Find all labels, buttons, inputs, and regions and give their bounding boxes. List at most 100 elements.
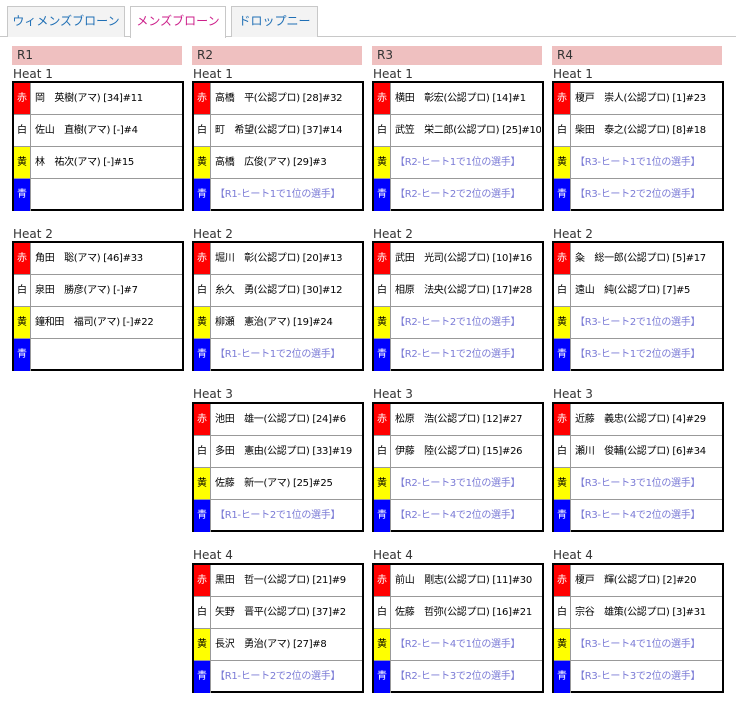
lane-entry: 多田 憲由(公認プロ) [33]#19	[215, 446, 352, 457]
lane-yellow: 黄【R3-ヒート3で1位の選手】	[554, 468, 722, 500]
lane-yellow: 黄【R3-ヒート1で1位の選手】	[554, 147, 722, 179]
lane-red: 赤角田 聡(アマ) [46]#33	[14, 243, 182, 275]
lane-color-yellow: 黄	[554, 629, 571, 660]
tab-drop-knee[interactable]: ドロップニー	[231, 6, 318, 37]
lane-color-blue: 青	[554, 179, 571, 211]
lane-color-white: 白	[374, 275, 391, 306]
heat-box: 赤高橋 平(公認プロ) [28]#32 白町 希望(公認プロ) [37]#14 黄高…	[192, 81, 364, 211]
lane-color-red: 赤	[554, 243, 571, 274]
lane-red: 赤高橋 平(公認プロ) [28]#32	[194, 83, 362, 115]
lane-entry	[35, 179, 181, 211]
lane-blue: 青	[14, 179, 182, 211]
lane-color-blue: 青	[554, 500, 571, 532]
lane-color-blue: 青	[374, 179, 391, 211]
lane-color-white: 白	[14, 115, 31, 146]
heat-box: 赤前山 剛志(公認プロ) [11]#30 白佐藤 哲弥(公認プロ) [16]#21…	[372, 563, 544, 693]
lane-entry: 榎戸 輝(公認プロ) [2]#20	[575, 575, 697, 586]
lane-entry: 横田 彰宏(公認プロ) [14]#1	[395, 93, 526, 104]
lane-entry: 【R2-ヒート4で1位の選手】	[395, 639, 521, 650]
lane-entry: 【R3-ヒート1で2位の選手】	[575, 349, 701, 360]
lane-yellow: 黄林 祐次(アマ) [-]#15	[14, 147, 182, 179]
lane-red: 赤近藤 義忠(公認プロ) [4]#29	[554, 404, 722, 436]
lane-color-white: 白	[194, 115, 211, 146]
lane-color-red: 赤	[554, 565, 571, 596]
lane-entry: 佐藤 哲弥(公認プロ) [16]#21	[395, 607, 532, 618]
lane-entry: 近藤 義忠(公認プロ) [4]#29	[575, 414, 706, 425]
bracket-area: R1 Heat 1赤岡 英樹(アマ) [34]#11 白佐山 直樹(アマ) [-]#…	[8, 40, 736, 717]
heat-box: 赤黒田 哲一(公認プロ) [21]#9 白矢野 晋平(公認プロ) [37]#2 黄長…	[192, 563, 364, 693]
lane-entry: 町 希望(公認プロ) [37]#14	[215, 125, 343, 136]
lane-entry: 【R1-ヒート1で2位の選手】	[215, 349, 341, 360]
lane-color-red: 赤	[554, 404, 571, 435]
lane-entry: 【R3-ヒート3で2位の選手】	[575, 671, 701, 682]
tab-mens-blown[interactable]: メンズブローン	[130, 6, 226, 38]
lane-color-red: 赤	[194, 404, 211, 435]
lane-color-blue: 青	[194, 339, 211, 371]
lane-color-yellow: 黄	[374, 468, 391, 499]
lane-entry: 長沢 勇治(アマ) [27]#8	[215, 639, 327, 650]
lane-color-blue: 青	[554, 339, 571, 371]
tab-bar: ウィメンズブローン メンズブローン ドロップニー	[0, 0, 736, 38]
lane-entry: 黒田 哲一(公認プロ) [21]#9	[215, 575, 346, 586]
lane-blue: 青【R2-ヒート1で2位の選手】	[374, 339, 542, 371]
lane-yellow: 黄【R3-ヒート4で1位の選手】	[554, 629, 722, 661]
lane-entry: 糸久 勇(公認プロ) [30]#12	[215, 285, 343, 296]
lane-blue: 青【R1-ヒート1で1位の選手】	[194, 179, 362, 211]
lane-blue: 青【R3-ヒート1で2位の選手】	[554, 339, 722, 371]
lane-color-white: 白	[374, 597, 391, 628]
lane-entry	[35, 339, 181, 371]
lane-entry: 鐘和田 福司(アマ) [-]#22	[35, 317, 154, 328]
lane-color-red: 赤	[14, 83, 31, 114]
lane-red: 赤松原 浩(公認プロ) [12]#27	[374, 404, 542, 436]
heat-title: Heat 1	[193, 67, 233, 81]
lane-color-red: 赤	[374, 404, 391, 435]
lane-color-white: 白	[374, 436, 391, 467]
heat-box: 赤堀川 彰(公認プロ) [20]#13 白糸久 勇(公認プロ) [30]#12 黄柳…	[192, 241, 364, 371]
lane-entry: 【R3-ヒート4で1位の選手】	[575, 639, 701, 650]
lane-entry: 【R2-ヒート3で2位の選手】	[395, 671, 521, 682]
lane-entry: 柴田 泰之(公認プロ) [8]#18	[575, 125, 706, 136]
heat-title: Heat 2	[553, 227, 593, 241]
lane-red: 赤横田 彰宏(公認プロ) [14]#1	[374, 83, 542, 115]
lane-color-white: 白	[14, 275, 31, 306]
lane-color-white: 白	[554, 275, 571, 306]
lane-entry: 【R3-ヒート2で2位の選手】	[575, 189, 701, 200]
lane-entry: 【R2-ヒート4で2位の選手】	[395, 510, 521, 521]
lane-yellow: 黄【R2-ヒート2で1位の選手】	[374, 307, 542, 339]
lane-entry: 【R3-ヒート3で1位の選手】	[575, 478, 701, 489]
lane-white: 白町 希望(公認プロ) [37]#14	[194, 115, 362, 147]
lane-red: 赤武田 光司(公認プロ) [10]#16	[374, 243, 542, 275]
lane-entry: 柳瀬 憲治(アマ) [19]#24	[215, 317, 333, 328]
lane-entry: 【R2-ヒート2で1位の選手】	[395, 317, 521, 328]
lane-white: 白柴田 泰之(公認プロ) [8]#18	[554, 115, 722, 147]
heat-box: 赤粂 総一郎(公認プロ) [5]#17 白遠山 純(公認プロ) [7]#5 黄【R3…	[552, 241, 724, 371]
lane-yellow: 黄【R3-ヒート2で1位の選手】	[554, 307, 722, 339]
lane-entry: 高橋 広俊(アマ) [29]#3	[215, 157, 327, 168]
heat-title: Heat 1	[13, 67, 53, 81]
tab-womens-blown[interactable]: ウィメンズブローン	[7, 6, 125, 37]
lane-color-blue: 青	[194, 179, 211, 211]
lane-blue: 青【R3-ヒート4で2位の選手】	[554, 500, 722, 532]
lane-color-red: 赤	[374, 243, 391, 274]
lane-blue: 青【R3-ヒート2で2位の選手】	[554, 179, 722, 211]
lane-blue: 青【R3-ヒート3で2位の選手】	[554, 661, 722, 693]
heat-title: Heat 1	[553, 67, 593, 81]
lane-white: 白佐山 直樹(アマ) [-]#4	[14, 115, 182, 147]
lane-color-white: 白	[194, 597, 211, 628]
lane-entry: 【R1-ヒート2で1位の選手】	[215, 510, 341, 521]
lane-white: 白矢野 晋平(公認プロ) [37]#2	[194, 597, 362, 629]
lane-color-yellow: 黄	[554, 468, 571, 499]
lane-entry: 【R2-ヒート1で1位の選手】	[395, 157, 521, 168]
heat-box: 赤横田 彰宏(公認プロ) [14]#1 白武笠 栄二郎(公認プロ) [25]#10…	[372, 81, 544, 211]
lane-color-blue: 青	[14, 339, 31, 371]
lane-red: 赤前山 剛志(公認プロ) [11]#30	[374, 565, 542, 597]
lane-color-yellow: 黄	[194, 468, 211, 499]
heat-box: 赤池田 雄一(公認プロ) [24]#6 白多田 憲由(公認プロ) [33]#19 黄…	[192, 402, 364, 532]
lane-entry: 高橋 平(公認プロ) [28]#32	[215, 93, 343, 104]
lane-color-yellow: 黄	[194, 307, 211, 338]
lane-color-blue: 青	[374, 661, 391, 693]
lane-color-yellow: 黄	[554, 307, 571, 338]
lane-color-blue: 青	[374, 500, 391, 532]
lane-yellow: 黄【R2-ヒート4で1位の選手】	[374, 629, 542, 661]
lane-red: 赤榎戸 輝(公認プロ) [2]#20	[554, 565, 722, 597]
